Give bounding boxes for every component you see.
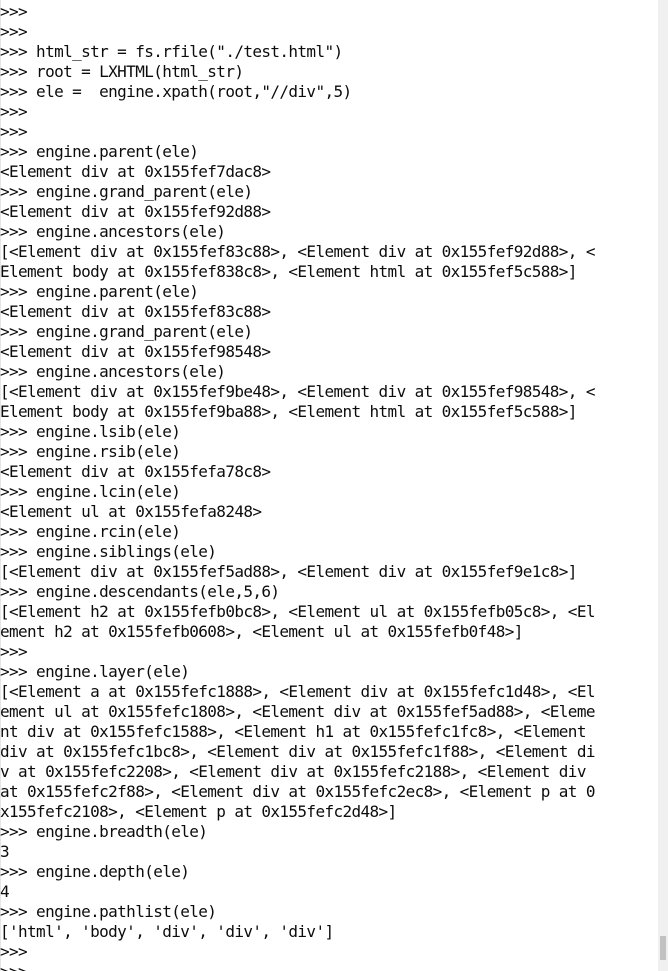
console-line: <Element ul at 0x155fefa8248>	[0, 502, 262, 521]
console-line: >>>	[0, 942, 28, 961]
console-line: <Element div at 0x155fef7dac8>	[0, 162, 271, 181]
console-line: [<Element div at 0x155fef5ad88>, <Elemen…	[0, 562, 577, 581]
console-line: >>> engine.siblings(ele)	[0, 542, 217, 561]
console-line: >>> engine.rsib(ele)	[0, 442, 181, 461]
console-line: >>>	[0, 2, 28, 21]
console-line: >>> engine.breadth(ele)	[0, 822, 208, 841]
console-line: >>>	[0, 102, 28, 121]
console-line: >>> engine.layer(ele)	[0, 662, 190, 681]
console-line: ['html', 'body', 'div', 'div', 'div']	[0, 922, 334, 941]
console-line: >>> engine.parent(ele)	[0, 142, 199, 161]
vertical-scrollbar[interactable]	[658, 0, 668, 971]
console-line: v at 0x155fefc2208>, <Element div at 0x1…	[0, 762, 595, 781]
console-line: >>> engine.ancestors(ele)	[0, 222, 226, 241]
console-line: >>> engine.lsib(ele)	[0, 422, 181, 441]
console-line: <Element div at 0x155fef83c88>	[0, 302, 271, 321]
console-lines: >>> >>> >>> html_str = fs.rfile("./test.…	[0, 2, 658, 971]
console-line: <Element div at 0x155fef98548>	[0, 342, 271, 361]
console-line: ement h2 at 0x155fefb0608>, <Element ul …	[0, 622, 523, 641]
console-line: >>>	[0, 642, 28, 661]
console-output[interactable]: >>> >>> >>> html_str = fs.rfile("./test.…	[0, 0, 658, 971]
console-line: [<Element h2 at 0x155fefb0bc8>, <Element…	[0, 602, 595, 621]
console-line: 3	[0, 842, 10, 861]
console-line: >>>	[0, 22, 28, 41]
console-line: <Element div at 0x155fef92d88>	[0, 202, 271, 221]
console-line: <Element div at 0x155fefa78c8>	[0, 462, 271, 481]
console-line: >>> html_str = fs.rfile("./test.html")	[0, 42, 343, 61]
console-line: >>> engine.ancestors(ele)	[0, 362, 226, 381]
console-window[interactable]: >>> >>> >>> html_str = fs.rfile("./test.…	[0, 0, 668, 971]
console-line: >>> engine.grand_parent(ele)	[0, 182, 253, 201]
console-line: Element body at 0x155fef838c8>, <Element…	[0, 262, 577, 281]
console-line: >>> engine.depth(ele)	[0, 862, 190, 881]
console-line: x155fefc2108>, <Element p at 0x155fefc2d…	[0, 802, 397, 821]
scrollbar-thumb[interactable]	[660, 936, 666, 960]
console-prompt: >>>	[0, 962, 28, 971]
console-line: >>> engine.rcin(ele)	[0, 522, 181, 541]
console-line: >>> engine.grand_parent(ele)	[0, 322, 253, 341]
console-line: [<Element div at 0x155fef9be48>, <Elemen…	[0, 382, 595, 401]
console-line: div at 0x155fefc1bc8>, <Element div at 0…	[0, 742, 595, 761]
console-line: >>>	[0, 122, 28, 141]
console-line: [<Element div at 0x155fef83c88>, <Elemen…	[0, 242, 595, 261]
console-line: >>> engine.pathlist(ele)	[0, 902, 217, 921]
console-line: >>> engine.descendants(ele,5,6)	[0, 582, 280, 601]
console-line: >>> ele = engine.xpath(root,"//div",5)	[0, 82, 352, 101]
console-line: [<Element a at 0x155fefc1888>, <Element …	[0, 682, 595, 701]
console-prompt-line[interactable]: >>>	[0, 962, 658, 971]
console-line: >>> engine.lcin(ele)	[0, 482, 181, 501]
console-line: >>> engine.parent(ele)	[0, 282, 199, 301]
console-line: Element body at 0x155fef9ba88>, <Element…	[0, 402, 577, 421]
console-line: 4	[0, 882, 10, 901]
console-line: nt div at 0x155fefc1588>, <Element h1 at…	[0, 722, 595, 741]
console-line: at 0x155fefc2f88>, <Element div at 0x155…	[0, 782, 595, 801]
console-line: ement ul at 0x155fefc1808>, <Element div…	[0, 702, 595, 721]
console-line: >>> root = LXHTML(html_str)	[0, 62, 244, 81]
